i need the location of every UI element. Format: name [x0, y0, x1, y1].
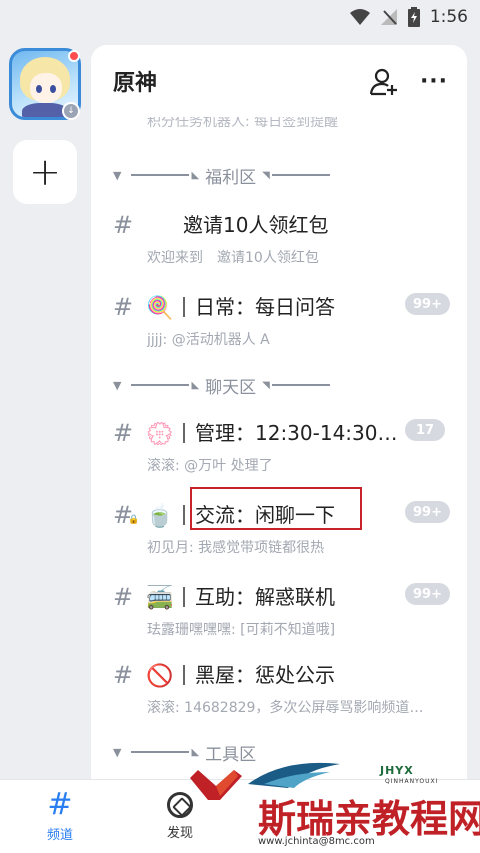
trolleybus-icon: 🚎	[146, 585, 174, 611]
collapse-triangle-icon: ▼	[113, 168, 122, 182]
hash-icon: #	[113, 293, 134, 321]
truncated-preview: 积分任务机器人: 每日签到提醒	[147, 117, 339, 130]
tea-cup-icon: 🍵	[146, 503, 174, 529]
channel-name: 黑屋：惩处公示	[195, 663, 335, 687]
channel-preview: 珐露珊嘿嘿嘿: [可莉不知道哦]	[147, 622, 336, 638]
server-title: 原神	[113, 71, 158, 96]
notification-dot	[68, 50, 80, 62]
category-header[interactable]: ▼ ◣ 福利区 ◥	[113, 163, 330, 188]
channel-name: 互助：解惑联机	[195, 585, 335, 609]
unread-badge: 17	[405, 419, 445, 441]
add-member-icon[interactable]	[369, 67, 399, 97]
watermark-logo: JHYX	[380, 764, 414, 777]
category-label: 聊天区	[205, 377, 257, 398]
wifi-icon	[349, 9, 370, 25]
divider	[131, 384, 190, 386]
divider	[131, 174, 190, 176]
watermark-title: 斯瑞亲教程网	[257, 796, 480, 842]
highlight-annotation	[190, 487, 362, 530]
download-badge-icon: ↓	[62, 102, 80, 120]
nav-label: 频道	[46, 828, 73, 843]
status-time: 1:56	[429, 7, 468, 27]
watermark-logo-sub: QINHANYOUXI	[385, 778, 439, 785]
hash-icon: #	[113, 661, 134, 689]
hash-nav-icon: #	[47, 787, 73, 822]
channel-panel: 原神 ··· 积分任务机器人: 每日签到提醒 ▼ ◣ 福利区 ◥ # 邀请10人…	[91, 45, 467, 785]
hash-icon: #	[113, 419, 134, 447]
category-header[interactable]: ▼ ◣ 聊天区 ◥	[113, 373, 330, 398]
server-rail: ↓ +	[0, 34, 90, 779]
prohibited-icon: 🚫	[146, 663, 174, 689]
channel-item[interactable]: # 🚎 互助：解惑联机 99+ 珐露珊嘿嘿嘿: [可莉不知道哦]	[91, 579, 467, 657]
channel-preview: jjjj: @活动机器人 A	[147, 332, 270, 348]
collapse-triangle-icon: ▼	[113, 378, 122, 392]
lollipop-icon: 🍭	[146, 295, 174, 321]
collapse-triangle-icon: ▼	[113, 745, 122, 759]
status-bar: 1:56	[0, 0, 480, 34]
nav-tab-channels[interactable]: # 频道	[30, 787, 90, 844]
lock-icon: 🔒	[128, 515, 140, 525]
channel-item[interactable]: # 💮 管理：12:30-14:30滚动处理 17 滚滚: @万叶 处理了	[91, 415, 467, 493]
channel-item[interactable]: # 邀请10人领红包 欢迎来到 邀请10人领红包	[91, 207, 467, 285]
channel-name: 管理：12:30-14:30滚动处理	[195, 421, 400, 445]
unread-badge: 99+	[405, 583, 450, 605]
signal-icon	[380, 9, 397, 25]
add-server-button[interactable]: +	[13, 140, 77, 204]
category-label: 福利区	[205, 167, 257, 188]
channel-preview: 初见月: 我感觉带项链都很热	[147, 540, 325, 556]
unread-badge: 99+	[405, 293, 450, 315]
hash-icon: #	[113, 583, 134, 611]
channel-name: 邀请10人领红包	[163, 213, 329, 237]
divider	[271, 174, 330, 176]
watermark-url: www.jchinta@8mc.com	[258, 836, 375, 847]
battery-icon	[407, 7, 420, 27]
hash-icon: #	[113, 211, 134, 239]
divider	[271, 384, 330, 386]
channel-preview: 滚滚: @万叶 处理了	[147, 458, 273, 474]
channel-preview: 欢迎来到 邀请10人领红包	[147, 250, 319, 266]
watermark: JHYX QINHANYOUXI 斯瑞亲教程网 www.jchinta@8mc.…	[180, 750, 480, 853]
panel-header: 原神 ···	[91, 45, 467, 117]
channel-item[interactable]: # 🍭 日常：每日问答 99+ jjjj: @活动机器人 A	[91, 289, 467, 367]
more-options-icon[interactable]: ···	[419, 67, 449, 97]
plus-icon: +	[29, 150, 61, 194]
flower-icon: 💮	[146, 421, 174, 447]
channel-name: 日常：每日问答	[195, 295, 335, 319]
unread-badge: 99+	[405, 501, 450, 523]
channel-preview: 滚滚: 14682829，多次公屏辱骂影响频道秩序	[147, 700, 437, 716]
channel-item[interactable]: # 🚫 黑屋：惩处公示 滚滚: 14682829，多次公屏辱骂影响频道秩序	[91, 657, 467, 735]
